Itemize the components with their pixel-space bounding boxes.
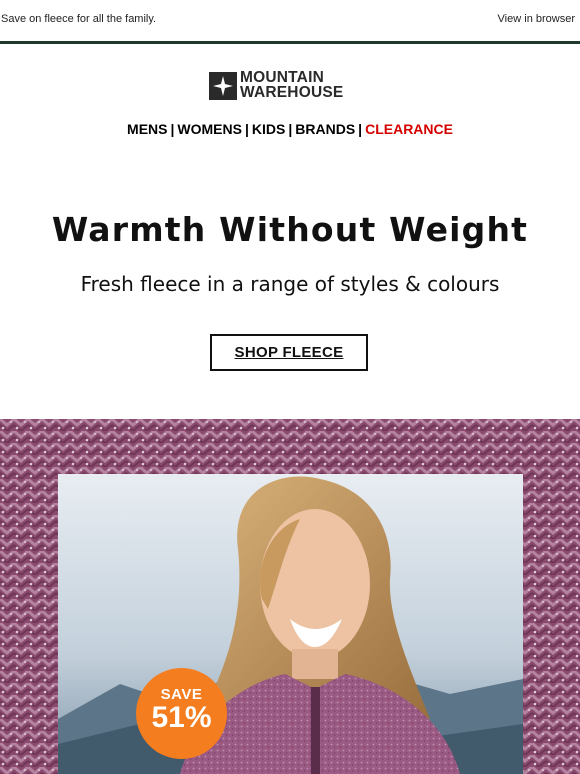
preheader: Save on fleece for all the family. View … — [0, 0, 580, 40]
nav-item-mens[interactable]: MENS — [127, 121, 167, 137]
header-divider — [0, 41, 580, 44]
nav-item-kids[interactable]: KIDS — [252, 121, 285, 137]
promo-subhead: Fresh fleece in a range of styles & colo… — [80, 272, 500, 296]
knit-texture-background — [0, 419, 580, 774]
nav-separator: | — [244, 121, 249, 137]
nav-item-womens[interactable]: WOMENS — [177, 121, 242, 137]
nav-separator: | — [288, 121, 293, 137]
nav-separator: | — [170, 121, 175, 137]
nav-item-clearance[interactable]: CLEARANCE — [365, 121, 453, 137]
main-nav: MENS | WOMENS | KIDS | BRANDS | CLEARANCE — [0, 121, 580, 137]
model-photo — [58, 474, 523, 774]
preheader-text: Save on fleece for all the family. — [1, 13, 157, 25]
hero-banner[interactable] — [0, 419, 580, 774]
discount-badge: SAVE 51% — [136, 668, 227, 759]
nav-item-brands[interactable]: BRANDS — [295, 121, 355, 137]
brand-line-1: MOUNTAIN — [240, 69, 324, 86]
brand-line-2: WAREHOUSE — [240, 84, 344, 101]
shop-fleece-button[interactable]: SHOP FLEECE — [210, 334, 368, 371]
nav-separator: | — [358, 121, 363, 137]
view-in-browser-link[interactable]: View in browser — [498, 13, 575, 25]
badge-percent: 51% — [151, 701, 212, 734]
brand-logo[interactable]: MOUNTAIN WAREHOUSE — [209, 70, 374, 104]
compass-star-icon — [209, 72, 237, 100]
promo-headline: Warmth Without Weight — [51, 210, 529, 249]
brand-wordmark: MOUNTAIN WAREHOUSE — [240, 69, 344, 101]
